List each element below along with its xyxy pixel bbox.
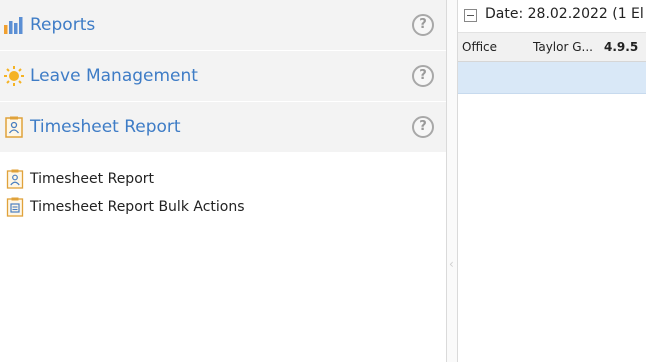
cell-office: Office — [462, 40, 498, 54]
splitter-grip-icon[interactable]: ‹ — [449, 257, 455, 271]
timesheet-report-icon — [6, 169, 24, 189]
section-title-leave-management[interactable]: Leave Management — [30, 66, 198, 86]
section-reports[interactable]: Reports ? — [0, 0, 446, 50]
panel-splitter[interactable]: ‹ — [446, 0, 458, 362]
bar-chart-icon — [3, 14, 25, 36]
section-title-reports[interactable]: Reports — [30, 15, 95, 35]
help-icon[interactable]: ? — [412, 65, 434, 87]
cell-version: 4.9.5 — [604, 40, 639, 54]
nav-item-label[interactable]: Timesheet Report — [30, 171, 154, 187]
nav-item-timesheet-report[interactable]: Timesheet Report — [6, 168, 154, 190]
nav-item-timesheet-report-bulk-actions[interactable]: Timesheet Report Bulk Actions — [6, 196, 245, 218]
sun-icon — [3, 65, 25, 87]
group-header-row[interactable]: Date: 28.02.2022 (1 El — [458, 0, 646, 32]
nav-item-label[interactable]: Timesheet Report Bulk Actions — [30, 199, 245, 215]
group-header-label: Date: 28.02.2022 (1 El — [485, 6, 644, 22]
section-title-timesheet-report[interactable]: Timesheet Report — [30, 117, 181, 137]
selected-table-row[interactable] — [458, 62, 646, 94]
results-panel: Date: 28.02.2022 (1 El Office Taylor G..… — [458, 0, 646, 362]
collapse-icon[interactable] — [464, 9, 477, 22]
section-timesheet-report[interactable]: Timesheet Report ? — [0, 102, 446, 152]
help-icon[interactable]: ? — [412, 116, 434, 138]
help-icon[interactable]: ? — [412, 14, 434, 36]
timesheet-bulk-icon — [6, 197, 24, 217]
cell-user: Taylor G... — [533, 40, 593, 54]
timesheet-report-icon — [3, 116, 25, 138]
navigation-panel: Reports ? Leave Management ? Timesheet R… — [0, 0, 446, 362]
table-row[interactable]: Office Taylor G... 4.9.5 — [458, 32, 646, 62]
section-leave-management[interactable]: Leave Management ? — [0, 51, 446, 101]
